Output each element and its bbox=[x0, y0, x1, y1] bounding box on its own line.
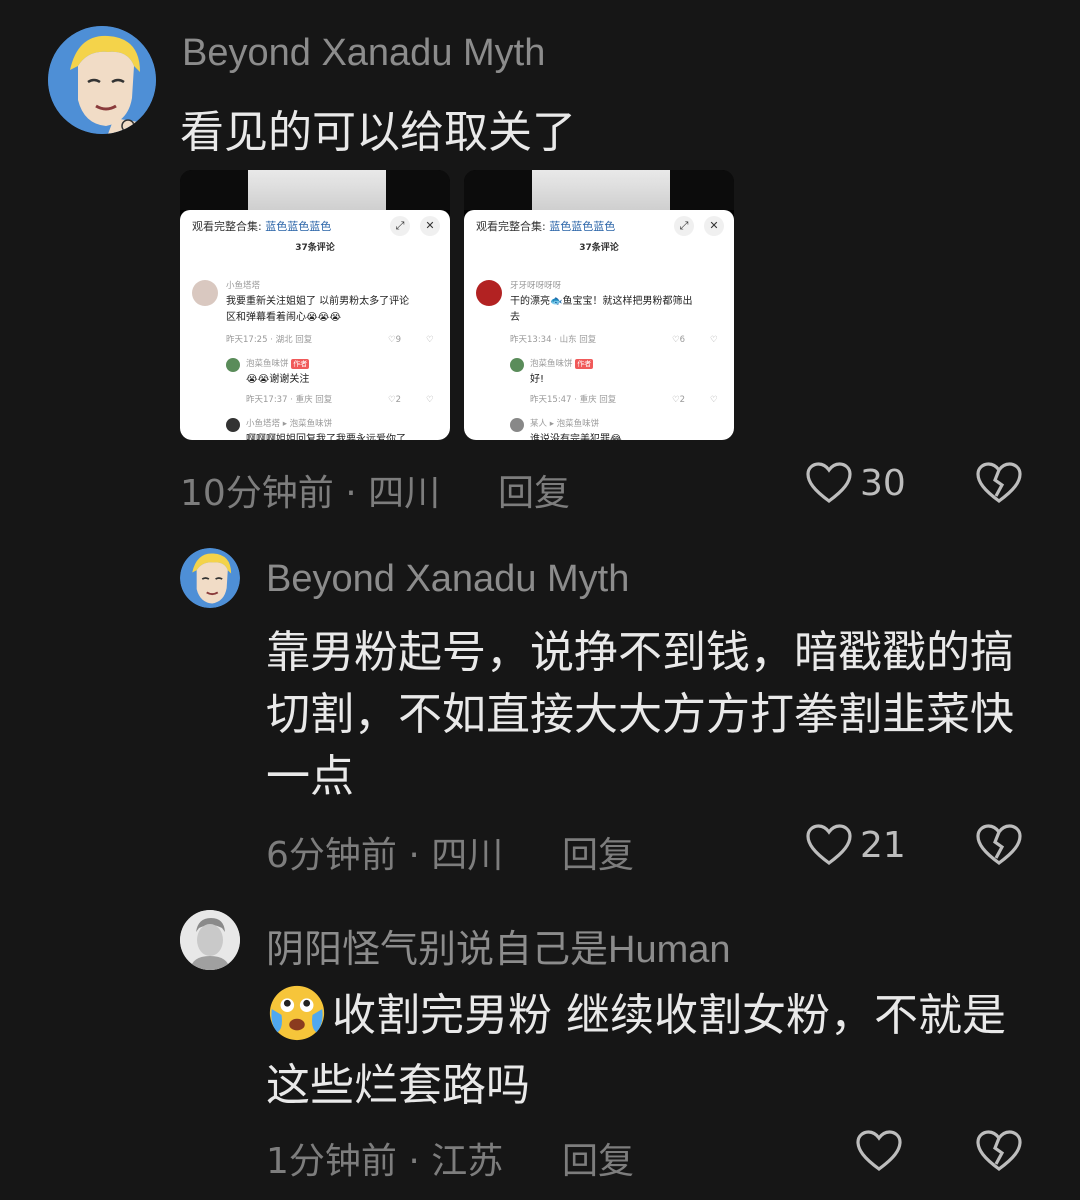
comment-username: 小鱼塔塔 bbox=[226, 281, 261, 291]
reply-meta: 昨天15:47 · 重庆 回复 bbox=[530, 395, 617, 405]
dislike-icon bbox=[976, 462, 1022, 503]
reply-button[interactable]: 回复 bbox=[498, 464, 570, 516]
avatar[interactable] bbox=[180, 910, 240, 970]
heart-icon bbox=[806, 824, 852, 865]
comment-text: 靠男粉起号，说挣不到钱，暗戳戳的搞 切割，不如直接大大方方打拳割韭菜快 一点 bbox=[266, 627, 1014, 802]
close-icon: ✕ bbox=[420, 216, 440, 236]
dislike-icon: ♡ bbox=[426, 335, 434, 345]
dislike-button[interactable] bbox=[976, 1130, 1022, 1176]
avatar-photo bbox=[180, 910, 240, 970]
comment-text: 收割完男粉 继续收割女粉，不就是 这些烂套路吗 bbox=[266, 980, 1006, 1121]
collection-header: 观看完整合集: 蓝色蓝色蓝色 bbox=[192, 220, 332, 233]
comment-panel-screenshot: 观看完整合集: 蓝色蓝色蓝色 ⤢ ✕ 37条评论 小鱼塔塔 我要重新关注姐姐了 … bbox=[180, 210, 450, 440]
video-preview bbox=[180, 170, 450, 210]
crying-emoji bbox=[269, 985, 325, 1041]
expand-icon: ⤢ bbox=[390, 216, 410, 236]
like-count: ♡6 bbox=[672, 335, 686, 345]
reply-username: 小鱼塔塔 ▸ 泡菜鱼味饼 bbox=[246, 419, 333, 429]
avatar-illustration bbox=[48, 26, 156, 134]
comment-time-location: 10分钟前 · 四川 bbox=[180, 473, 441, 514]
comment-meta: 昨天13:34 · 山东 回复 bbox=[510, 335, 597, 345]
comment-image-2[interactable]: 观看完整合集: 蓝色蓝色蓝色 ⤢ ✕ 37条评论 牙牙呀呀呀呀 干的漂亮🐟鱼宝宝… bbox=[464, 170, 734, 440]
reply-username: 泡菜鱼味饼 作者 bbox=[530, 359, 594, 369]
close-icon: ✕ bbox=[704, 216, 724, 236]
comment-username: 牙牙呀呀呀呀 bbox=[510, 281, 562, 291]
comment-text: 看见的可以给取关了 bbox=[180, 107, 576, 158]
video-preview bbox=[464, 170, 734, 210]
collection-header: 观看完整合集: 蓝色蓝色蓝色 bbox=[476, 220, 616, 233]
reply-meta: 昨天17:37 · 重庆 回复 bbox=[246, 395, 333, 405]
comment-count: 37条评论 bbox=[295, 243, 335, 253]
avatar bbox=[226, 358, 240, 372]
dislike-icon: ♡ bbox=[710, 395, 718, 405]
comment-username[interactable]: 阴阳怪气别说自己是Human bbox=[266, 918, 731, 973]
dislike-icon bbox=[976, 824, 1022, 865]
comment-username[interactable]: Beyond Xanadu Myth bbox=[182, 32, 545, 75]
comment-text: 去 bbox=[510, 312, 520, 323]
comment-count: 37条评论 bbox=[579, 243, 619, 253]
comment-meta: 昨天17:25 · 湖北 回复 bbox=[226, 335, 313, 345]
avatar-illustration bbox=[180, 548, 240, 608]
like-button[interactable]: 21 bbox=[806, 824, 906, 866]
reply-text: 😭😭谢谢关注 bbox=[246, 374, 310, 385]
comment-text: 干的漂亮🐟鱼宝宝！就这样把男粉都筛出 bbox=[510, 296, 693, 307]
reply-text: 啊啊啊姐姐回复我了我要永远爱你了 bbox=[246, 434, 406, 440]
like-count: ♡9 bbox=[388, 335, 402, 345]
comment-image-1[interactable]: 观看完整合集: 蓝色蓝色蓝色 ⤢ ✕ 37条评论 小鱼塔塔 我要重新关注姐姐了 … bbox=[180, 170, 450, 440]
dislike-button[interactable] bbox=[976, 462, 1022, 508]
avatar bbox=[510, 358, 524, 372]
heart-icon bbox=[856, 1130, 902, 1171]
reply-text: 好! bbox=[530, 374, 545, 385]
reply-username: 某人 ▸ 泡菜鱼味饼 bbox=[530, 419, 600, 429]
comment-time-location: 6分钟前 · 四川 bbox=[266, 835, 504, 876]
like-button[interactable] bbox=[856, 1130, 902, 1172]
avatar bbox=[510, 418, 524, 432]
avatar bbox=[192, 280, 218, 306]
comment-time-location: 1分钟前 · 江苏 bbox=[266, 1141, 504, 1182]
dislike-button[interactable] bbox=[976, 824, 1022, 870]
avatar bbox=[476, 280, 502, 306]
like-count: 21 bbox=[860, 824, 906, 866]
reply-username: 泡菜鱼味饼 作者 bbox=[246, 359, 310, 369]
like-count: 30 bbox=[860, 462, 906, 504]
dislike-icon: ♡ bbox=[710, 335, 718, 345]
dislike-icon: ♡ bbox=[426, 395, 434, 405]
like-count: ♡2 bbox=[672, 395, 686, 405]
comment-panel-screenshot: 观看完整合集: 蓝色蓝色蓝色 ⤢ ✕ 37条评论 牙牙呀呀呀呀 干的漂亮🐟鱼宝宝… bbox=[464, 210, 734, 440]
dislike-icon bbox=[976, 1130, 1022, 1171]
avatar[interactable] bbox=[180, 548, 240, 608]
reply-button[interactable]: 回复 bbox=[562, 1132, 634, 1184]
reply-button[interactable]: 回复 bbox=[562, 826, 634, 878]
like-count: ♡2 bbox=[388, 395, 402, 405]
reply-text: 谁说没有完美犯罪😂 bbox=[530, 434, 622, 440]
expand-icon: ⤢ bbox=[674, 216, 694, 236]
comment-text: 我要重新关注姐姐了 以前男粉太多了评论 bbox=[226, 296, 410, 307]
comment-username[interactable]: Beyond Xanadu Myth bbox=[266, 558, 629, 601]
heart-icon bbox=[806, 462, 852, 503]
avatar[interactable] bbox=[48, 26, 156, 134]
comment-text: 区和弹幕看着闹心😭😭😭 bbox=[226, 312, 342, 323]
avatar bbox=[226, 418, 240, 432]
like-button[interactable]: 30 bbox=[806, 462, 906, 504]
